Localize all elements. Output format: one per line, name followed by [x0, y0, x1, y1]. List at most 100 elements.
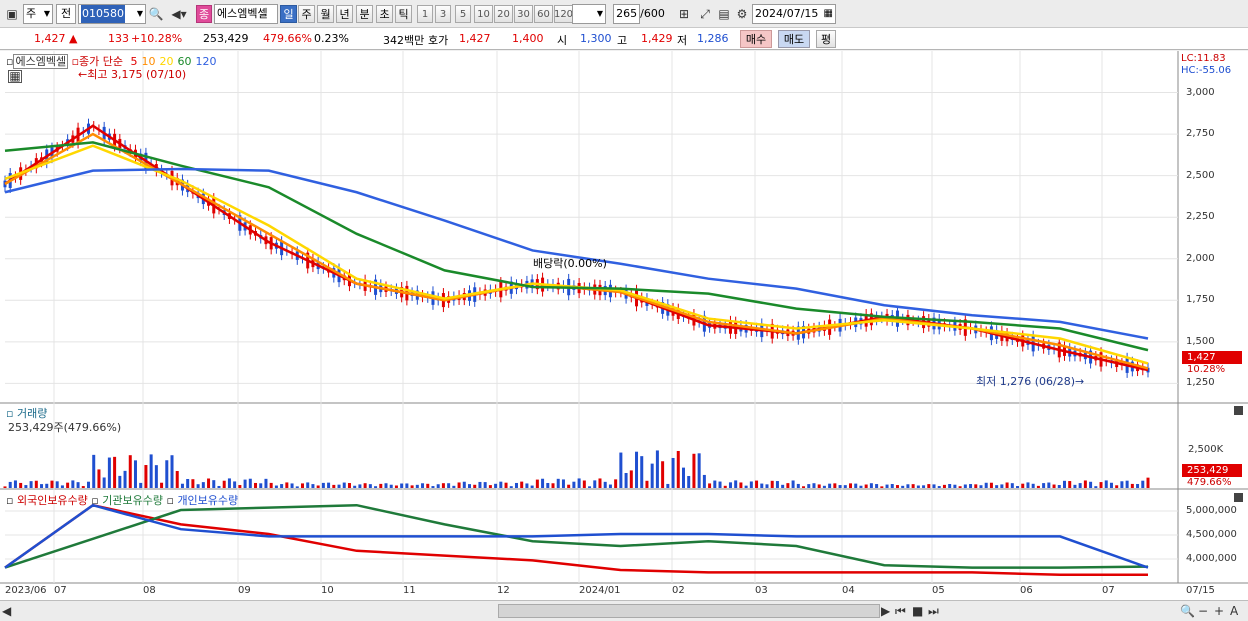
volume-bar [692, 453, 696, 488]
volume-bar [655, 450, 659, 488]
x-axis-label: 12 [497, 585, 510, 596]
legend-institution[interactable]: 기관보유수량 [102, 494, 163, 507]
volume-bar [149, 454, 153, 488]
volume-bar [786, 483, 790, 488]
price-y-tick: 1,250 [1186, 377, 1215, 389]
sell-button[interactable]: 매도 [778, 30, 810, 48]
legend-stock-name[interactable]: 에스엠벡셀 [13, 54, 69, 69]
volume-bar [316, 485, 320, 488]
volume-bar [953, 484, 957, 488]
average-button[interactable]: 평 [816, 30, 836, 48]
plus-icon[interactable]: + [1214, 602, 1224, 620]
rewind-icon[interactable]: ⏮ [895, 602, 906, 620]
volume-bar [1042, 483, 1046, 488]
volume-bar [118, 475, 122, 488]
volume-bar [13, 480, 17, 488]
interval-button-1[interactable]: 3 [435, 5, 451, 23]
low-label: 저 [677, 34, 688, 47]
volume-bar [556, 478, 560, 488]
period-button-1[interactable]: 주 [298, 5, 315, 23]
volume-bar [676, 450, 680, 488]
volume-bar [937, 486, 941, 488]
chevron-down-icon: ▼ [43, 9, 50, 18]
crosshair-icon[interactable]: ⊞ [675, 5, 693, 23]
chart-area[interactable] [0, 51, 1248, 600]
chart-bg [0, 51, 1248, 600]
interval-button-0[interactable]: 1 [417, 5, 433, 23]
date-input[interactable]: 2024/07/15 ▦ [752, 4, 836, 24]
scroll-left-icon[interactable]: ◀ [2, 602, 11, 620]
volume-bar [212, 480, 216, 488]
scroll-right-icon[interactable]: ▶ [881, 602, 890, 620]
volume-bar [45, 483, 49, 488]
volume-bar [708, 483, 712, 488]
prev-button[interactable]: 전 [56, 4, 76, 24]
legend-foreign[interactable]: 외국인보유수량 [17, 494, 88, 507]
close-icon[interactable] [1234, 406, 1243, 415]
volume-bar [1078, 483, 1082, 488]
gear-icon[interactable]: ⚙ [734, 5, 750, 23]
volume-bar [927, 484, 931, 488]
speaker-icon[interactable]: ◀▾ [166, 5, 192, 23]
high-annotation: ←최고 3,175 (07/10) [78, 68, 187, 81]
range-select[interactable]: ▼ [572, 4, 606, 24]
open-value: 1,300 [580, 32, 612, 45]
volume-bar [71, 480, 75, 488]
volume-bar [295, 486, 299, 488]
volume-bar [880, 486, 884, 488]
volume-bar [535, 479, 539, 488]
interval-button-3[interactable]: 10 [474, 5, 493, 23]
volume-bar [1057, 485, 1061, 488]
interval-button-2[interactable]: 5 [455, 5, 471, 23]
period-type-select[interactable]: 주 ▼ [23, 4, 53, 24]
interval-button-6[interactable]: 60 [534, 5, 553, 23]
quote-bar: 1,427 ▲ 133 +10.28% 253,429 479.66% 0.23… [0, 28, 1248, 50]
zoom-icon[interactable]: 🔍 [1180, 602, 1195, 620]
chart-window: ▣ 주 ▼ 전 010580 ▼ 🔍 ◀▾ 종 에스엠벡셀 일주월년분초틱 1351… [0, 0, 1248, 621]
interval-button-4[interactable]: 20 [494, 5, 513, 23]
volume-bar [374, 486, 378, 488]
save-icon[interactable]: ▤ [716, 5, 732, 23]
period-button-4[interactable]: 분 [356, 5, 373, 23]
legend-individual[interactable]: 개인보유수량 [177, 494, 238, 507]
count-display[interactable]: 265/600 [610, 4, 668, 24]
period-button-0[interactable]: 일 [280, 5, 297, 23]
volume-bar [452, 485, 456, 488]
forward-icon[interactable]: ⏭ [928, 602, 939, 620]
volume-bar [1026, 482, 1030, 488]
auto-scale-icon[interactable]: A [1230, 602, 1238, 620]
interval-button-7[interactable]: 120 [554, 5, 573, 23]
volume-bar [160, 482, 164, 488]
volume-bar [19, 482, 23, 488]
count-value[interactable]: 265 [613, 4, 641, 24]
code-input[interactable]: 010580 ▼ [78, 4, 146, 24]
volume-bar [1083, 480, 1087, 488]
close-icon[interactable] [1234, 493, 1243, 502]
calendar-icon[interactable]: ▦ [824, 5, 833, 23]
volume-bar [650, 463, 654, 488]
legend-ma-120[interactable]: 120 [196, 55, 217, 68]
volume-bar [76, 482, 80, 488]
volume-bar [843, 485, 847, 488]
scroll-thumb[interactable] [498, 604, 880, 618]
grid-toggle-icon[interactable]: ▦ [8, 70, 22, 83]
volume-bar [723, 485, 727, 488]
search-icon[interactable]: 🔍 [148, 5, 164, 23]
period-button-3[interactable]: 년 [336, 5, 353, 23]
volume-bar [462, 481, 466, 488]
period-button-2[interactable]: 월 [317, 5, 334, 23]
stop-icon[interactable]: ■ [912, 602, 923, 620]
volume-bar [702, 474, 706, 488]
buy-button[interactable]: 매수 [740, 30, 772, 48]
chart-canvas[interactable] [0, 51, 1248, 600]
volume-bar [974, 484, 978, 488]
minus-icon[interactable]: − [1198, 602, 1208, 620]
window-icon[interactable]: ▣ [3, 5, 21, 23]
period-button-5[interactable]: 초 [376, 5, 393, 23]
draw-tool-icon[interactable]: ⤢ [696, 5, 714, 23]
volume-bar [885, 484, 889, 488]
change-value: 133 [108, 32, 129, 45]
period-button-6[interactable]: 틱 [395, 5, 412, 23]
price-y-tick: 2,500 [1186, 169, 1215, 181]
interval-button-5[interactable]: 30 [514, 5, 533, 23]
